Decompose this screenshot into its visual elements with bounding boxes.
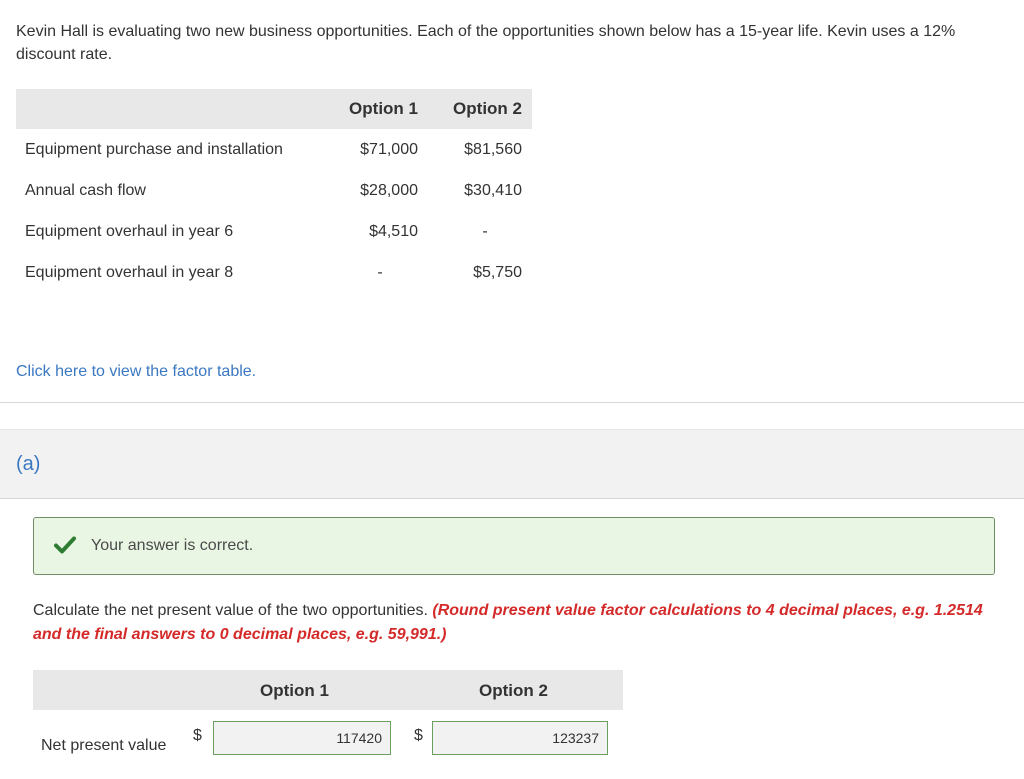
table-row: Equipment overhaul in year 8 - $5,750 [16, 252, 532, 293]
row-label: Annual cash flow [25, 181, 146, 199]
answer-header-option-1: Option 1 [260, 681, 329, 700]
part-header-band [0, 429, 1024, 499]
checkmark-icon [54, 536, 76, 554]
option-1-value: $4,510 [369, 222, 418, 240]
divider [0, 402, 1024, 403]
option-1-value: $71,000 [360, 140, 418, 158]
option-2-value: $5,750 [473, 263, 522, 281]
problem-intro: Kevin Hall is evaluating two new busines… [16, 23, 956, 63]
option-2-value: $30,410 [464, 181, 522, 199]
divider [0, 498, 1024, 499]
row-label: Equipment overhaul in year 8 [25, 263, 234, 281]
npv-row-label: Net present value [41, 737, 167, 754]
header-option-2: Option 2 [428, 89, 532, 129]
table-row: Equipment overhaul in year 6 $4,510 - [16, 211, 532, 252]
table-row: Equipment purchase and installation $71,… [16, 129, 532, 170]
part-label: (a) [16, 453, 41, 475]
row-label: Equipment purchase and installation [25, 140, 283, 158]
option-2-value: - [482, 222, 488, 240]
question-text: Calculate the net present value of the t… [33, 599, 993, 647]
option-1-value: $28,000 [360, 181, 418, 199]
row-label: Equipment overhaul in year 6 [25, 222, 234, 240]
feedback-banner: Your answer is correct. [33, 517, 995, 575]
question-body: Calculate the net present value of the t… [33, 602, 433, 619]
header-blank [16, 89, 322, 129]
npv-option-2-input[interactable] [432, 721, 608, 755]
factor-table-link[interactable]: Click here to view the factor table. [16, 363, 256, 381]
option-2-value: $81,560 [464, 140, 522, 158]
options-table-header: Option 1 Option 2 [16, 89, 532, 129]
npv-option-1-input[interactable] [213, 721, 391, 755]
answer-header-option-2: Option 2 [479, 681, 548, 700]
option-1-value: - [377, 263, 383, 281]
currency-symbol: $ [193, 727, 202, 744]
feedback-text: Your answer is correct. [91, 537, 254, 554]
answer-table-header: Option 1 Option 2 [33, 670, 623, 710]
table-row: Annual cash flow $28,000 $30,410 [16, 170, 532, 211]
currency-symbol: $ [414, 727, 423, 744]
header-option-1: Option 1 [322, 89, 428, 129]
options-table: Option 1 Option 2 Equipment purchase and… [16, 89, 532, 293]
